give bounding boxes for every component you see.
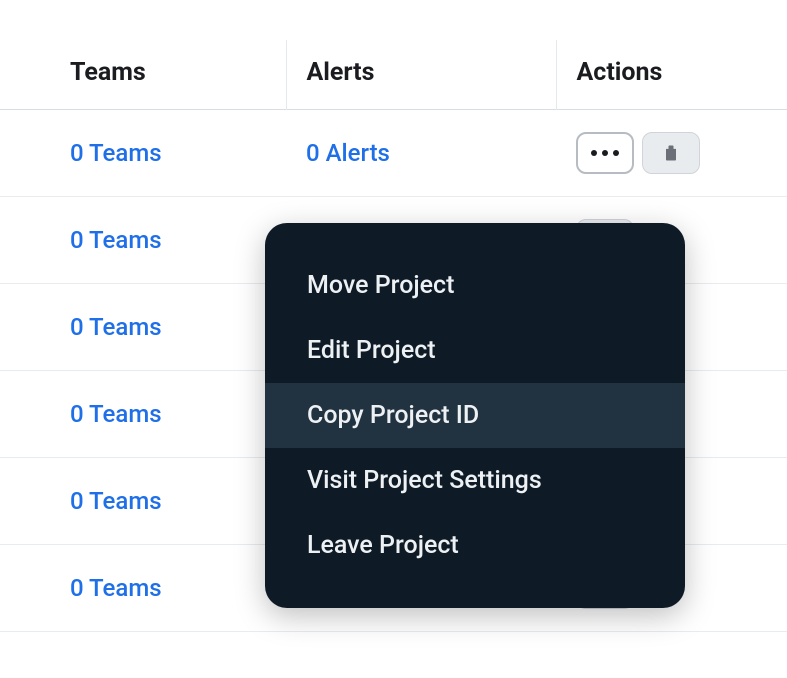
teams-link[interactable]: 0 Teams — [70, 487, 162, 515]
table-row: 0 Teams 0 Alerts — [0, 110, 787, 197]
actions-wrap — [576, 132, 767, 174]
menu-item[interactable]: Copy Project ID — [265, 383, 685, 448]
alerts-link[interactable]: 0 Alerts — [306, 139, 390, 167]
ellipsis-icon — [591, 150, 619, 156]
teams-link[interactable]: 0 Teams — [70, 574, 162, 602]
delete-button[interactable] — [642, 132, 700, 174]
teams-link[interactable]: 0 Teams — [70, 400, 162, 428]
more-button[interactable] — [576, 132, 634, 174]
teams-link[interactable]: 0 Teams — [70, 139, 162, 167]
menu-item[interactable]: Edit Project — [265, 318, 685, 383]
column-header-actions: Actions — [556, 40, 787, 110]
context-menu: Move ProjectEdit ProjectCopy Project IDV… — [265, 223, 685, 608]
column-header-teams: Teams — [0, 40, 286, 110]
menu-item[interactable]: Move Project — [265, 253, 685, 318]
teams-link[interactable]: 0 Teams — [70, 226, 162, 254]
table-header-row: Teams Alerts Actions — [0, 40, 787, 110]
menu-item[interactable]: Leave Project — [265, 513, 685, 578]
teams-link[interactable]: 0 Teams — [70, 313, 162, 341]
menu-item[interactable]: Visit Project Settings — [265, 448, 685, 513]
column-header-alerts: Alerts — [286, 40, 556, 110]
trash-icon — [661, 142, 681, 164]
